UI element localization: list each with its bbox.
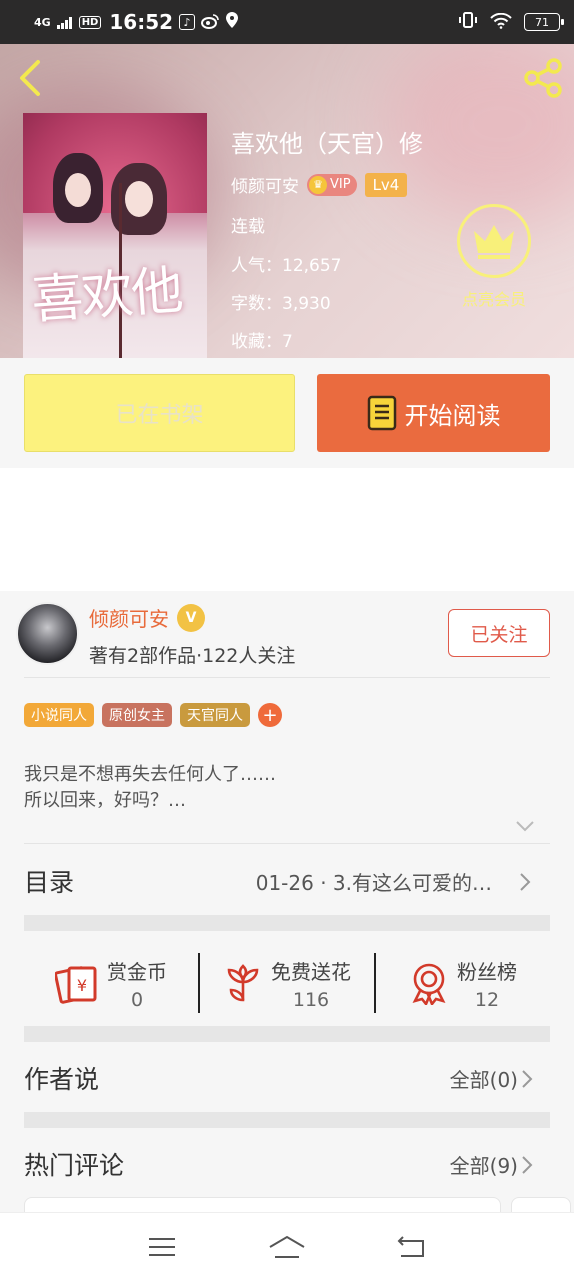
member-ring: [457, 204, 531, 278]
avatar[interactable]: [16, 602, 79, 665]
latest-chapter: 01-26 · 3.有这么可爱的…: [255, 871, 492, 895]
status-bar: 4G HD 16:52 ♪ 71: [0, 0, 574, 44]
stat-label: 免费送花: [271, 959, 351, 984]
on-shelf-button[interactable]: 已在书架: [24, 374, 295, 452]
back-arrow-icon: [20, 60, 40, 96]
book-cover[interactable]: 喜欢他: [23, 113, 207, 358]
intro-line: 所以回来，好吗？…: [24, 790, 186, 811]
chevron-right-icon: [522, 1156, 533, 1174]
hot-comments-all: 全部(9): [449, 1154, 518, 1178]
book-status: 连载: [231, 217, 265, 237]
battery-indicator: 71: [524, 13, 564, 31]
catalog-label: 目录: [24, 868, 75, 897]
chevron-right-icon: [520, 873, 531, 891]
back-button[interactable]: [14, 58, 48, 98]
signal-icon: [56, 10, 73, 34]
tag-list: 小说同人 原创女主 天官同人 +: [24, 703, 282, 727]
add-tag-button[interactable]: +: [258, 703, 282, 727]
divider: [24, 677, 550, 678]
book-author[interactable]: 倾颜可安: [231, 172, 299, 197]
tag-item[interactable]: 原创女主: [102, 703, 172, 727]
hot-comments-label: 热门评论: [24, 1151, 125, 1180]
author-says-label: 作者说: [24, 1065, 100, 1094]
music-app-icon: ♪: [179, 14, 196, 30]
reward-coins-button[interactable]: ¥ 赏金币 0: [24, 938, 198, 1028]
book-popularity: 人气：12,657: [231, 256, 342, 276]
home-button[interactable]: [267, 1230, 307, 1264]
fan-ranking-button[interactable]: 粉丝榜 12: [376, 938, 550, 1028]
medal-icon: [412, 963, 446, 1005]
member-button[interactable]: 点亮会员: [448, 204, 540, 310]
vip-label: VIP: [330, 177, 351, 192]
home-icon: [269, 1235, 305, 1258]
send-flower-button[interactable]: 免费送花 116: [200, 938, 374, 1028]
chevron-right-icon: [522, 1070, 533, 1088]
section-separator: [24, 1112, 550, 1128]
location-app-icon: [225, 10, 239, 34]
member-label: 点亮会员: [461, 290, 526, 309]
weibo-app-icon: [201, 10, 219, 34]
tag-item[interactable]: 小说同人: [24, 703, 94, 727]
vip-badge: ♛ VIP: [307, 173, 357, 196]
hot-comments-row[interactable]: 热门评论 全部(9): [24, 1128, 550, 1198]
hd-indicator: HD: [78, 15, 102, 29]
share-button[interactable]: [522, 56, 566, 100]
cover-art: [125, 181, 153, 217]
system-nav-bar: [0, 1212, 574, 1280]
crown-icon: ♛: [309, 175, 327, 194]
section-separator: [24, 1026, 550, 1042]
stat-value: 116: [292, 988, 330, 1011]
section-separator: [24, 915, 550, 931]
back-nav-button[interactable]: [392, 1230, 432, 1264]
chevron-down-icon: [516, 821, 534, 832]
book-icon: [367, 395, 396, 431]
stat-value: 12: [474, 988, 500, 1011]
stat-label: 粉丝榜: [457, 959, 517, 984]
menu-icon: [149, 1237, 176, 1256]
cover-title: 喜欢他: [29, 260, 184, 332]
flower-icon: [227, 964, 259, 1002]
network-indicator: 4G: [34, 15, 51, 29]
reward-envelope-icon: ¥: [55, 966, 97, 1004]
stats-bar: ¥ 赏金币 0 免费送花 116 粉丝榜 12: [24, 938, 550, 1028]
book-word-count: 字数：3,930: [231, 294, 331, 314]
svg-text:¥: ¥: [77, 976, 87, 995]
share-icon: [524, 58, 562, 98]
ad-placeholder: [0, 468, 574, 591]
book-intro: 我只是不想再失去任何人了…… 所以回来，好吗？…: [24, 762, 276, 814]
stat-label: 赏金币: [107, 959, 167, 984]
book-title: 喜欢他（天官）修: [231, 130, 423, 158]
author-name-row[interactable]: 倾颜可安 V: [89, 603, 205, 632]
divider: [24, 843, 550, 844]
clock: 16:52: [109, 10, 174, 34]
author-stats: 著有2部作品·122人关注: [89, 645, 296, 667]
author-card: 倾颜可安 V 著有2部作品·122人关注 已关注: [0, 591, 574, 677]
intro-line: 我只是不想再失去任何人了……: [24, 764, 276, 785]
book-header: 喜欢他 喜欢他（天官）修 倾颜可安 ♛ VIP Lv4 连载 人气：12,657…: [0, 44, 574, 358]
wifi-icon: [490, 10, 512, 34]
level-badge: Lv4: [364, 172, 408, 197]
crown-icon: [474, 225, 514, 259]
expand-intro-button[interactable]: [514, 818, 536, 834]
catalog-row[interactable]: 目录 01-26 · 3.有这么可爱的…: [24, 845, 550, 917]
cover-art: [65, 173, 91, 207]
start-reading-label: 开始阅读: [404, 401, 501, 430]
return-icon: [397, 1235, 424, 1257]
start-reading-button[interactable]: 开始阅读: [317, 374, 550, 452]
tag-item[interactable]: 天官同人: [180, 703, 250, 727]
author-says-all: 全部(0): [449, 1068, 518, 1092]
menu-button[interactable]: [142, 1230, 182, 1264]
author-line: 倾颜可安 ♛ VIP Lv4: [231, 172, 408, 197]
follow-button[interactable]: 已关注: [448, 609, 550, 657]
author-name: 倾颜可安: [89, 607, 169, 631]
vibrate-icon: [458, 10, 478, 34]
author-says-row[interactable]: 作者说 全部(0): [24, 1042, 550, 1112]
verified-badge-icon: V: [177, 603, 205, 632]
book-favorites: 收藏：7: [231, 332, 293, 352]
action-bar: 已在书架 开始阅读: [0, 358, 574, 468]
stat-value: 0: [130, 988, 144, 1011]
